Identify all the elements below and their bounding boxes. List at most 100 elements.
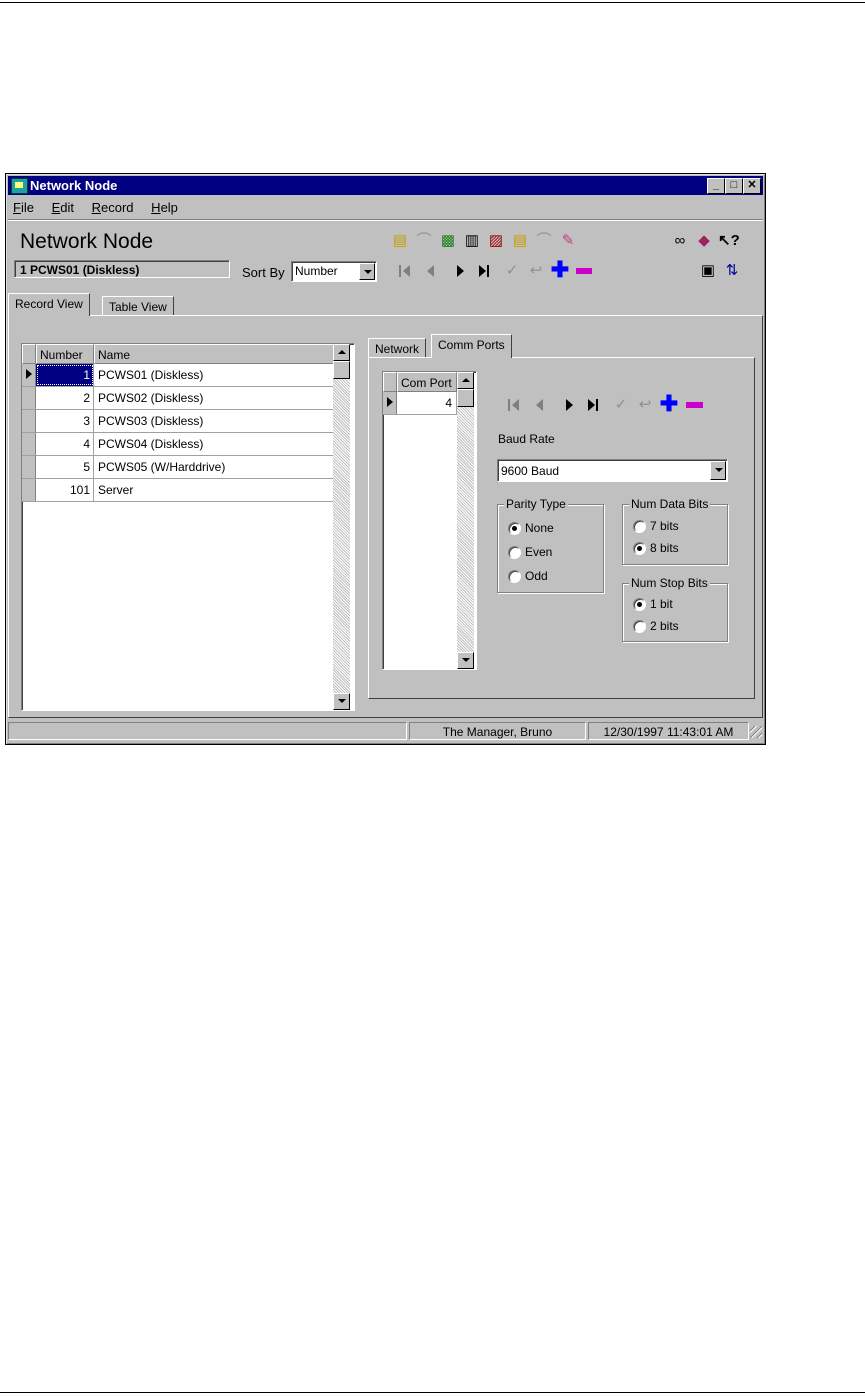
com-port-grid: Com Port 4: [382, 371, 477, 670]
num-stop-bits-group: Num Stop Bits 1 bit 2 bits: [622, 576, 728, 642]
current-row-icon: [26, 369, 32, 379]
node-grid-scrollbar[interactable]: [333, 344, 350, 710]
sort-by-value: Number: [295, 264, 338, 278]
next-record-icon[interactable]: [454, 264, 468, 278]
menu-record[interactable]: Record: [89, 198, 137, 217]
binoculars-icon[interactable]: ∞: [670, 231, 690, 251]
scroll-up-button[interactable]: [333, 344, 350, 361]
status-datetime: 12/30/1997 11:43:01 AM: [588, 722, 749, 740]
post-comm-edit-icon[interactable]: ✓: [611, 395, 631, 415]
com-port-scrollbar[interactable]: [457, 372, 474, 669]
post-edit-icon[interactable]: ✓: [502, 261, 522, 281]
grid-corner: [22, 344, 36, 364]
num-data-bits-label: Num Data Bits: [629, 497, 711, 511]
table-row[interactable]: 5 PCWS05 (W/Harddrive): [22, 456, 334, 479]
close-button[interactable]: ✕: [743, 178, 761, 194]
eraser-icon[interactable]: ✎: [558, 231, 578, 251]
paste-record-icon[interactable]: ▩: [438, 231, 458, 251]
scroll-down-button[interactable]: [457, 652, 474, 669]
table-row[interactable]: 1 PCWS01 (Diskless): [22, 364, 334, 387]
name-cell[interactable]: Server: [96, 479, 334, 501]
cancel-edit-icon[interactable]: ↩: [526, 261, 546, 281]
status-user: The Manager, Bruno: [409, 722, 586, 740]
current-row-icon: [387, 397, 393, 407]
number-cell[interactable]: 2: [36, 387, 94, 409]
node-grid-rows: 1 PCWS01 (Diskless) 2 PCWS02 (Diskless) 3 PCW…: [22, 364, 334, 504]
cancel-comm-edit-icon[interactable]: ↩: [635, 395, 655, 415]
tab-table-view[interactable]: Table View: [102, 296, 174, 316]
name-cell[interactable]: PCWS01 (Diskless): [96, 364, 334, 386]
previous-comm-record-icon[interactable]: [533, 398, 547, 412]
menu-divider: [8, 219, 763, 221]
book-icon[interactable]: ◆: [694, 231, 714, 251]
add-record-icon[interactable]: ✚: [550, 259, 570, 281]
tab-record-view[interactable]: Record View: [8, 293, 90, 316]
table-row[interactable]: 4: [383, 392, 457, 415]
tab-comm-ports[interactable]: Comm Ports: [431, 334, 512, 358]
delete-comm-record-icon[interactable]: [686, 402, 703, 408]
name-cell[interactable]: PCWS02 (Diskless): [96, 387, 334, 409]
name-cell[interactable]: PCWS05 (W/Harddrive): [96, 456, 334, 478]
trash-icon[interactable]: ▥: [462, 231, 482, 251]
table-row[interactable]: 4 PCWS04 (Diskless): [22, 433, 334, 456]
first-record-icon[interactable]: [398, 264, 412, 278]
column-header-number[interactable]: Number: [36, 344, 94, 364]
row-indicator: [22, 410, 36, 432]
name-cell[interactable]: PCWS03 (Diskless): [96, 410, 334, 432]
next-comm-record-icon[interactable]: [563, 398, 577, 412]
menu-help[interactable]: Help: [148, 198, 181, 217]
table-row[interactable]: 101 Server: [22, 479, 334, 502]
maximize-button[interactable]: □: [725, 178, 743, 194]
previous-record-icon[interactable]: [424, 264, 438, 278]
refresh-network-icon[interactable]: ⇅: [722, 261, 742, 281]
grid-corner: [383, 372, 397, 392]
status-pane-main: [8, 722, 407, 740]
scroll-thumb[interactable]: [457, 389, 474, 407]
number-cell[interactable]: 3: [36, 410, 94, 432]
app-icon[interactable]: [11, 178, 28, 194]
number-cell[interactable]: 101: [36, 479, 94, 501]
number-cell[interactable]: 5: [36, 456, 94, 478]
add-comm-record-icon[interactable]: ✚: [659, 393, 679, 415]
window-title: Network Node: [30, 178, 118, 193]
cut-record-icon[interactable]: ⌒: [414, 231, 434, 251]
clipboard-icon[interactable]: ▨: [486, 231, 506, 251]
scroll-down-button[interactable]: [333, 693, 350, 710]
baud-rate-value: 9600 Baud: [501, 464, 560, 478]
column-header-com-port[interactable]: Com Port: [397, 372, 457, 392]
chevron-down-icon[interactable]: [710, 461, 726, 480]
network-node-window: Network Node _ □ ✕ File Edit Record Help…: [5, 173, 766, 745]
number-cell[interactable]: 1: [36, 364, 94, 386]
minimize-button[interactable]: _: [707, 178, 725, 194]
name-cell[interactable]: PCWS04 (Diskless): [96, 433, 334, 455]
context-help-icon[interactable]: ↖?: [718, 231, 740, 251]
first-comm-record-icon[interactable]: [507, 398, 521, 412]
title-bar[interactable]: Network Node _ □ ✕: [8, 176, 763, 195]
num-data-bits-group: Num Data Bits 7 bits 8 bits: [622, 497, 728, 565]
last-comm-record-icon[interactable]: [587, 398, 601, 412]
last-record-icon[interactable]: [478, 264, 492, 278]
parity-type-group: Parity Type None Even Odd: [497, 497, 604, 593]
com-port-cell[interactable]: 4: [397, 392, 457, 414]
number-cell[interactable]: 4: [36, 433, 94, 455]
scroll-up-button[interactable]: [457, 372, 474, 389]
table-row[interactable]: 2 PCWS02 (Diskless): [22, 387, 334, 410]
table-row[interactable]: 3 PCWS03 (Diskless): [22, 410, 334, 433]
menu-file[interactable]: File: [10, 198, 37, 217]
chevron-down-icon[interactable]: [359, 263, 375, 280]
row-indicator: [22, 364, 36, 386]
monitor-icon[interactable]: ▣: [698, 261, 718, 281]
page-bottom-rule: [0, 1392, 865, 1393]
delete-record-icon[interactable]: [576, 268, 592, 274]
sort-by-select[interactable]: Number: [291, 261, 377, 282]
resize-grip-icon[interactable]: [750, 726, 762, 738]
tab-network[interactable]: Network: [368, 338, 427, 358]
copy-record-icon[interactable]: ▤: [390, 231, 410, 251]
column-header-name[interactable]: Name: [94, 344, 334, 364]
menu-edit[interactable]: Edit: [49, 198, 77, 217]
undo-icon[interactable]: ⌒: [534, 231, 554, 251]
scroll-thumb[interactable]: [333, 361, 350, 379]
baud-rate-select[interactable]: 9600 Baud: [497, 459, 728, 482]
duplicate-icon[interactable]: ▤: [510, 231, 530, 251]
page-top-rule: [0, 2, 865, 3]
